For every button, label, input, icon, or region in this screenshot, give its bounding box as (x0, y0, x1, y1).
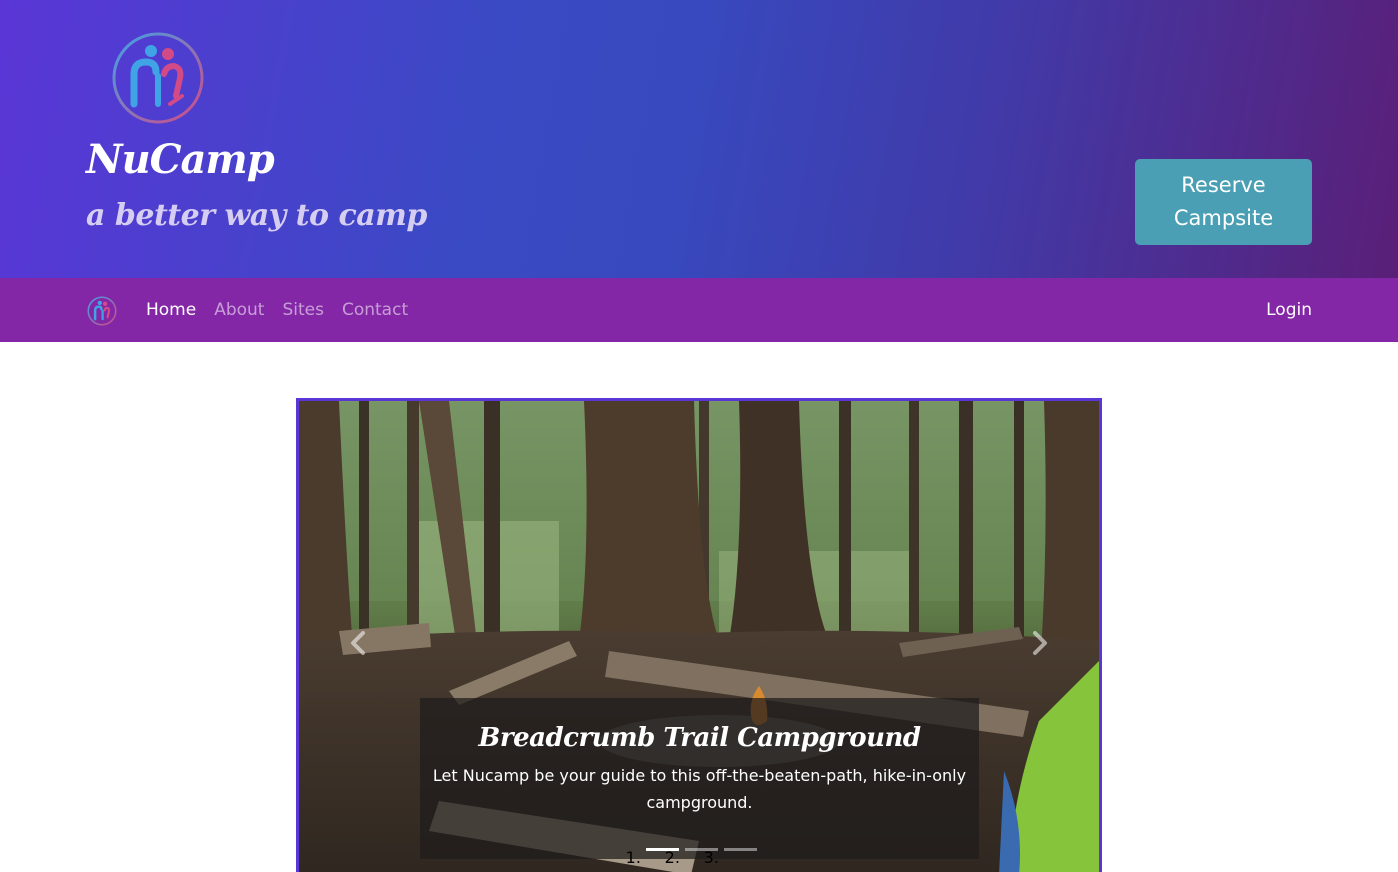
carousel-caption: Breadcrumb Trail Campground Let Nucamp b… (420, 698, 979, 859)
carousel-indicator-3[interactable] (724, 848, 757, 851)
jumbotron-header: NuCamp a better way to camp Reserve Camp… (0, 0, 1398, 278)
login-link[interactable]: Login (1266, 278, 1312, 342)
caption-text: Let Nucamp be your guide to this off-the… (432, 766, 967, 812)
nucamp-logo-icon[interactable] (87, 296, 117, 326)
carousel-indicators (643, 848, 760, 851)
nav-link-contact[interactable]: Contact (342, 300, 408, 320)
caption-title: Breadcrumb Trail Campground (478, 723, 921, 753)
nav-links: Home About Sites Contact (146, 278, 426, 342)
brand-tagline: a better way to camp (86, 198, 427, 233)
nav-link-sites[interactable]: Sites (282, 300, 324, 320)
nav-link-about[interactable]: About (214, 300, 264, 320)
chevron-right-icon[interactable] (1027, 629, 1051, 657)
brand-title: NuCamp (86, 136, 275, 183)
campground-carousel: Breadcrumb Trail Campground Let Nucamp b… (296, 398, 1102, 872)
main-navbar: Home About Sites Contact Login (0, 278, 1398, 342)
nucamp-logo-icon (112, 32, 204, 124)
chevron-left-icon[interactable] (347, 629, 371, 657)
nav-link-home[interactable]: Home (146, 300, 196, 320)
reserve-campsite-button[interactable]: Reserve Campsite (1135, 159, 1312, 245)
